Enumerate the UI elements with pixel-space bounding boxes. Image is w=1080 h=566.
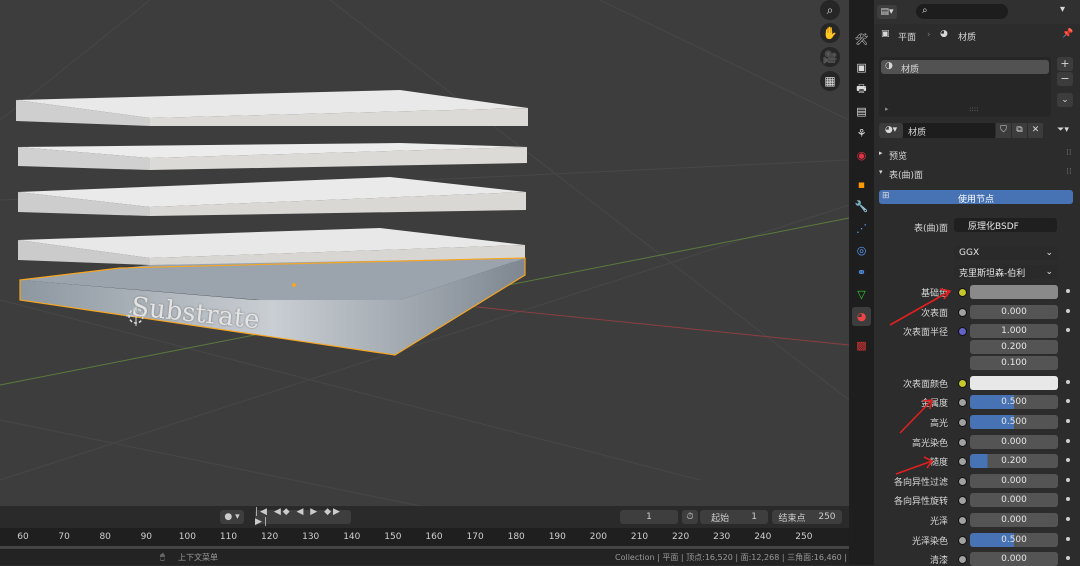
layer-slab-3 [18,143,527,170]
timeline-tick-label: 150 [384,532,402,542]
tool-icon[interactable]: 🛠 [852,30,871,49]
playback-controls[interactable]: |◀ ◀◆ ◀ ▶ ◆▶ ▶| [255,507,351,527]
mouse-icon: 🖱 [160,552,165,561]
end-label: 结束点 [778,513,806,524]
status-right-text: Collection | 平面 | 顶点:16,520 | 面:12,268 |… [615,553,847,562]
timeline-tick-label: 190 [548,532,566,542]
render-icon[interactable]: ▣ [852,58,871,77]
timeline-tick-label: 180 [507,532,525,542]
layer-slab-4 [16,90,528,126]
zoom-icon[interactable]: ⌕ [820,0,840,20]
modifier-wrench-icon[interactable]: 🔧 [852,197,871,216]
start-label: 起始 [711,513,730,524]
start-frame-field[interactable]: 起始 1 [700,510,768,524]
object-data-icon[interactable]: ▽ [852,285,871,304]
timeline-tick-label: 130 [302,532,320,542]
timeline-tick-label: 170 [466,532,484,542]
timeline-toolbar: ● ▾ |◀ ◀◆ ◀ ▶ ◆▶ ▶| 1 ⏱ 起始 1 结束点 250 [0,506,849,528]
grid-view-icon[interactable]: ▦ [820,71,840,91]
timeline-tick-label: 210 [630,532,649,542]
timeline-tick-label: 250 [795,532,813,542]
timeline-tick-label: 80 [99,532,111,542]
view-layer-icon[interactable]: ▤ [852,102,871,121]
camera-icon[interactable]: 🎥 [820,47,840,67]
timeline-tick-label: 230 [713,532,731,542]
layer-slab-2 [18,177,526,216]
end-frame-field[interactable]: 结束点 250 [772,510,842,524]
end-value: 250 [818,512,836,522]
output-icon[interactable]: 🖶 [852,80,871,99]
physics-icon[interactable]: ◎ [852,241,871,260]
timeline-scrollbar[interactable] [0,546,849,549]
viewport-scene [0,0,849,506]
object-icon[interactable]: ▪ [852,175,871,194]
status-left-text: 上下文菜单 [178,553,218,562]
timeline-tick-label: 240 [754,532,772,542]
constraints-icon[interactable]: ⚭ [852,263,871,282]
timeline-tick-label: 70 [58,532,70,542]
object-origin [292,283,296,287]
annotation-arrows [889,288,952,475]
material-icon[interactable]: ◕ [852,307,871,326]
status-bar: 🖱 上下文菜单 Collection | 平面 | 顶点:16,520 | 面:… [0,550,849,565]
3d-viewport[interactable]: Substrate ⌕ ✋ 🎥 ▦ [0,0,849,506]
timeline-tick-label: 110 [219,532,238,542]
timeline-tick-label: 120 [261,532,279,542]
hand-pan-icon[interactable]: ✋ [820,23,840,43]
scene-icon[interactable]: ⚘ [852,124,871,143]
substrate-slab [19,257,526,356]
arrow-metallic [899,399,933,434]
start-value: 1 [751,512,757,522]
timeline-tick-label: 220 [672,532,690,542]
arrow-base-color [889,290,951,326]
clock-icon[interactable]: ⏱ [682,510,698,524]
timeline-tick-label: 100 [178,532,196,542]
current-frame-field[interactable]: 1 [620,510,678,524]
particles-icon[interactable]: ⋰ [852,219,871,238]
timeline-tick-label: 140 [343,532,361,542]
timeline-tick-label: 200 [589,532,607,542]
timeline-tick-label: 60 [17,532,29,542]
timeline-tick-label: 160 [425,532,443,542]
world-icon[interactable]: ◉ [852,146,871,165]
texture-icon[interactable]: ▩ [852,336,871,355]
timeline-tick-label: 90 [140,532,153,542]
keyframe-record-button[interactable]: ● ▾ [220,510,244,524]
properties-tab-column: 🛠 ▣ 🖶 ▤ ⚘ ◉ ▪ 🔧 ⋰ ◎ ⚭ ▽ ◕ ▩ [849,0,874,565]
